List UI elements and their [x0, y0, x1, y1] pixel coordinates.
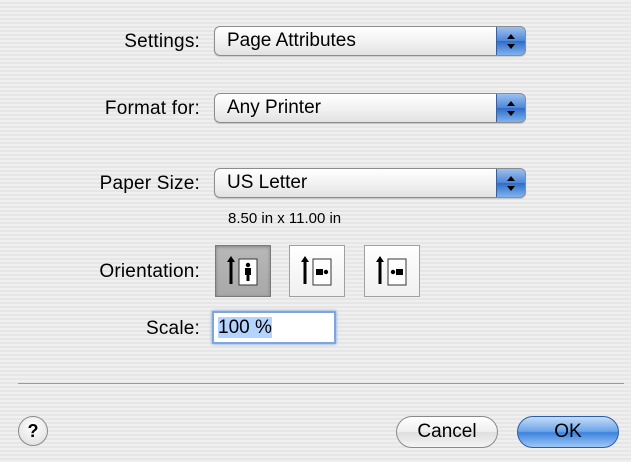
help-button[interactable]: ? — [18, 416, 48, 446]
paper-size-popup[interactable]: US Letter — [214, 168, 526, 198]
settings-popup[interactable]: Page Attributes — [214, 26, 526, 56]
paper-size-label: Paper Size: — [99, 173, 200, 194]
popup-arrows-icon — [496, 169, 525, 197]
orientation-label: Orientation: — [99, 261, 200, 282]
popup-arrows-icon — [496, 27, 525, 55]
paper-dimensions: 8.50 in x 11.00 in — [228, 210, 342, 227]
portrait-icon — [227, 256, 258, 286]
orientation-landscape-button[interactable] — [289, 245, 345, 297]
divider — [18, 383, 624, 384]
cancel-button[interactable]: Cancel — [396, 416, 498, 448]
paper-size-value: US Letter — [227, 172, 308, 193]
settings-value: Page Attributes — [227, 30, 356, 51]
format-for-value: Any Printer — [227, 97, 321, 118]
orientation-landscape-reversed-button[interactable] — [364, 245, 420, 297]
landscape-icon — [301, 256, 332, 286]
landscape-reversed-icon — [376, 256, 407, 286]
scale-label: Scale: — [145, 318, 200, 339]
format-for-popup[interactable]: Any Printer — [214, 93, 526, 123]
orientation-portrait-button[interactable] — [215, 245, 271, 297]
scale-input[interactable]: 100 % — [212, 311, 336, 344]
ok-button[interactable]: OK — [517, 416, 619, 448]
popup-arrows-icon — [496, 94, 525, 122]
format-for-label: Format for: — [104, 98, 200, 119]
scale-value: 100 % — [218, 317, 272, 338]
settings-label: Settings: — [124, 31, 200, 52]
